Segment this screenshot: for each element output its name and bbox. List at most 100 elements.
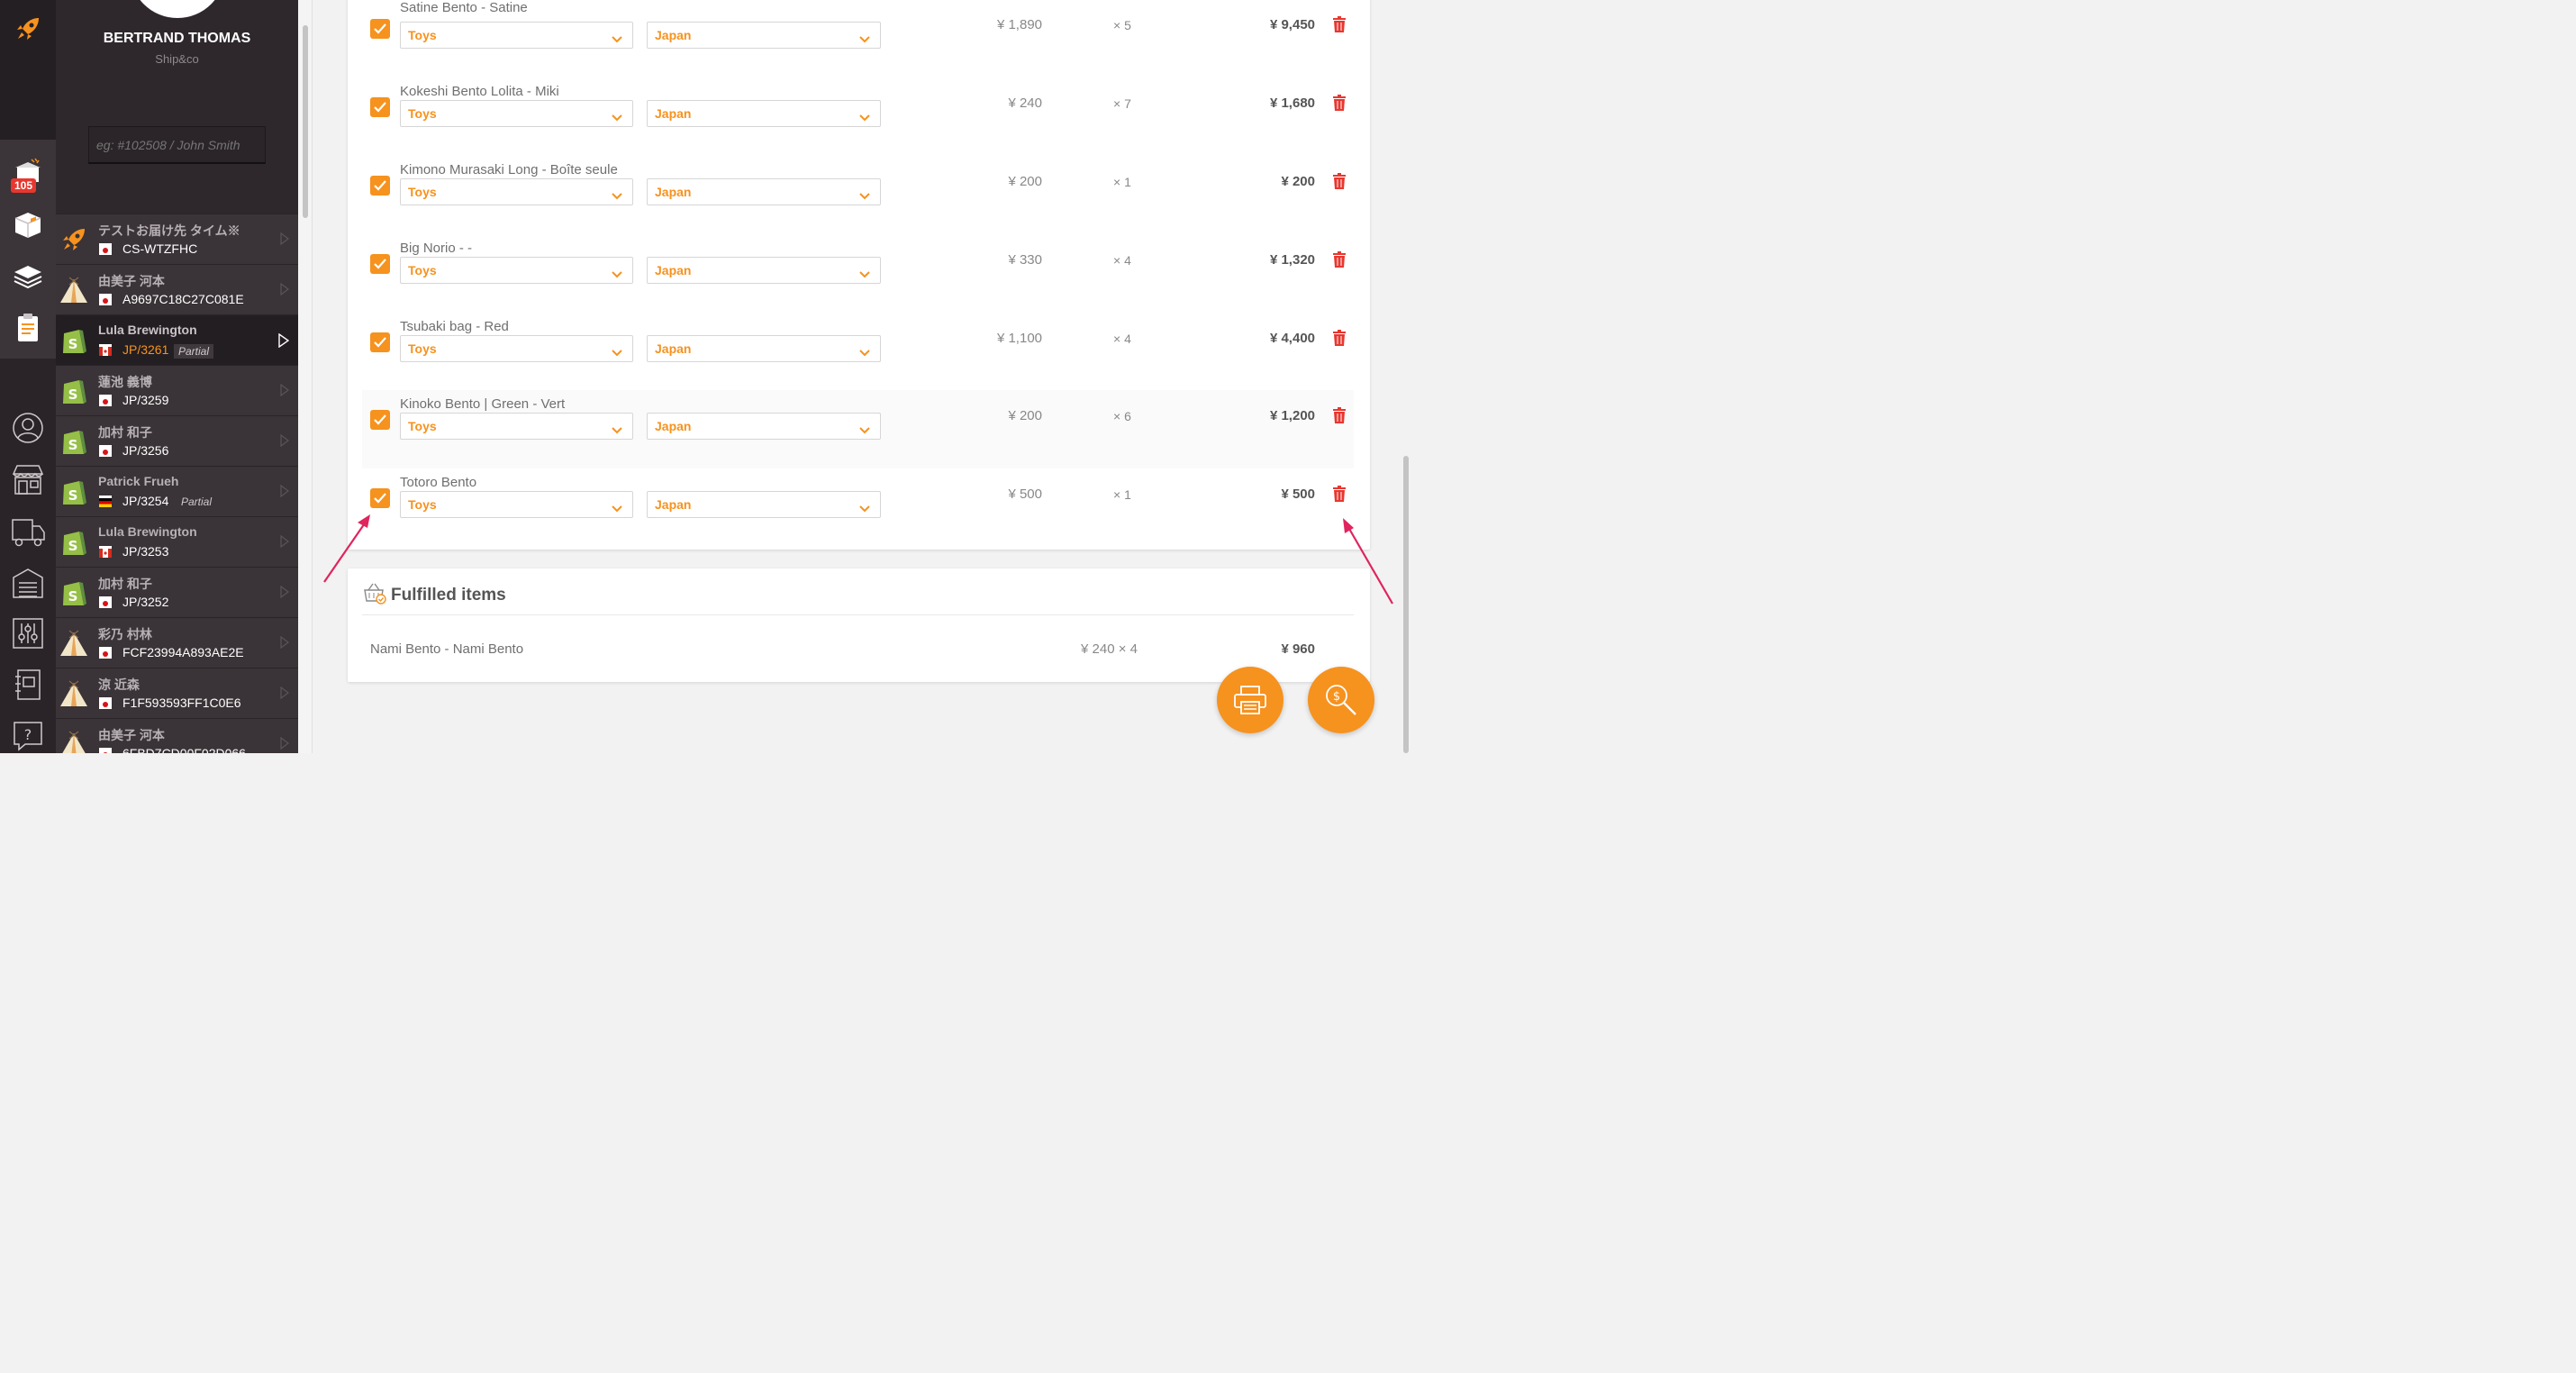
basket-check-icon bbox=[362, 582, 387, 610]
sidebar-scrollbar[interactable] bbox=[298, 0, 313, 753]
order-id: JP/3253 bbox=[122, 544, 169, 559]
order-list-item[interactable]: 由美子 河本 6FBD7CD00F02D066 bbox=[56, 718, 298, 753]
line-total: ¥ 9,450 bbox=[1269, 17, 1315, 32]
category-select[interactable]: Toys bbox=[400, 335, 633, 362]
delete-trash-icon[interactable] bbox=[1332, 407, 1347, 428]
chevron-down-icon bbox=[859, 345, 870, 359]
origin-country-select[interactable]: Japan bbox=[647, 257, 881, 284]
line-total: ¥ 500 bbox=[1281, 486, 1315, 502]
japan-flag-icon bbox=[99, 748, 112, 753]
order-customer-name: 蓮池 義博 bbox=[98, 375, 152, 389]
delivery-truck-icon[interactable] bbox=[0, 514, 56, 550]
user-company: Ship&co bbox=[155, 52, 199, 66]
line-item-row: Totoro Bento Toys Japan ¥ 500 × 1 ¥ 500 bbox=[362, 472, 1354, 550]
delete-trash-icon[interactable] bbox=[1332, 330, 1347, 350]
customer-account-icon[interactable] bbox=[0, 410, 56, 446]
orders-sidebar: BERTRAND THOMAS Ship&co テストお届け先 タイム※ CS-… bbox=[56, 0, 298, 753]
origin-country-select[interactable]: Japan bbox=[647, 335, 881, 362]
line-total: ¥ 1,680 bbox=[1269, 95, 1315, 111]
line-item-checkbox[interactable] bbox=[370, 488, 390, 508]
order-list-item[interactable]: テストお届け先 タイム※ CS-WTZFHC bbox=[56, 214, 298, 264]
quantity: × 6 bbox=[1113, 409, 1131, 423]
country-value: Japan bbox=[655, 185, 692, 199]
shopify-icon: S bbox=[58, 373, 90, 409]
package-icon[interactable] bbox=[0, 207, 56, 243]
sidebar-scrollbar-thumb[interactable] bbox=[303, 25, 308, 218]
line-item-title: Kimono Murasaki Long - Boîte seule bbox=[400, 162, 618, 177]
line-item-checkbox[interactable] bbox=[370, 97, 390, 117]
origin-country-select[interactable]: Japan bbox=[647, 22, 881, 49]
svg-text:S: S bbox=[68, 538, 78, 554]
order-list-item[interactable]: S 蓮池 義博 JP/3259 bbox=[56, 365, 298, 415]
line-item-checkbox[interactable] bbox=[370, 410, 390, 430]
price-search-button[interactable]: $ bbox=[1308, 667, 1374, 733]
chevron-down-icon bbox=[612, 188, 622, 203]
order-id: FCF23994A893AE2E bbox=[122, 645, 244, 659]
category-select[interactable]: Toys bbox=[400, 22, 633, 49]
line-total: ¥ 1,320 bbox=[1269, 252, 1315, 268]
order-customer-name: Lula Brewington bbox=[98, 323, 197, 337]
order-customer-name: 加村 和子 bbox=[98, 425, 152, 440]
order-list-item[interactable]: 彩乃 村林 FCF23994A893AE2E bbox=[56, 617, 298, 668]
line-item-checkbox[interactable] bbox=[370, 19, 390, 39]
stack-layers-icon[interactable] bbox=[0, 259, 56, 296]
warehouse-icon[interactable] bbox=[0, 565, 56, 601]
order-list-item[interactable]: 涼 近森 F1F593593FF1C0E6 bbox=[56, 668, 298, 718]
chevron-right-icon bbox=[280, 686, 289, 704]
order-id: A9697C18C27C081E bbox=[122, 292, 244, 306]
japan-flag-icon bbox=[99, 294, 112, 305]
address-book-icon[interactable] bbox=[0, 667, 56, 703]
main-scrollbar[interactable] bbox=[1398, 0, 1412, 753]
fulfilled-items-card: Fulfilled items Nami Bento - Nami Bento … bbox=[348, 568, 1370, 682]
order-list-item[interactable]: S 加村 和子 JP/3256 bbox=[56, 415, 298, 466]
avatar[interactable] bbox=[130, 0, 225, 18]
line-item-checkbox[interactable] bbox=[370, 332, 390, 352]
order-list-item[interactable]: S Patrick Frueh JP/3254 Partial bbox=[56, 466, 298, 516]
line-item-checkbox[interactable] bbox=[370, 176, 390, 195]
chevron-right-icon bbox=[280, 433, 289, 451]
order-list-item[interactable]: 由美子 河本 A9697C18C27C081E bbox=[56, 264, 298, 314]
unit-price: ¥ 330 bbox=[1008, 252, 1042, 268]
unit-price: ¥ 1,100 bbox=[996, 331, 1042, 346]
store-icon[interactable] bbox=[0, 461, 56, 497]
delete-trash-icon[interactable] bbox=[1332, 173, 1347, 194]
japan-flag-icon bbox=[99, 697, 112, 709]
origin-country-select[interactable]: Japan bbox=[647, 100, 881, 127]
unit-price: ¥ 500 bbox=[1008, 486, 1042, 502]
order-list-item[interactable]: S Lula Brewington JP/3253 bbox=[56, 516, 298, 567]
order-id: F1F593593FF1C0E6 bbox=[122, 696, 241, 710]
japan-flag-icon bbox=[99, 445, 112, 457]
delete-trash-icon[interactable] bbox=[1332, 486, 1347, 506]
line-item-title: Totoro Bento bbox=[400, 475, 477, 490]
origin-country-select[interactable]: Japan bbox=[647, 178, 881, 205]
order-search-input[interactable] bbox=[88, 126, 266, 164]
main-scrollbar-thumb[interactable] bbox=[1403, 456, 1409, 753]
checkmark-icon bbox=[374, 180, 386, 191]
order-list: テストお届け先 タイム※ CS-WTZFHC 由美子 河本 A9697C18C2… bbox=[56, 214, 298, 753]
clipboard-icon[interactable] bbox=[0, 310, 56, 346]
order-customer-name: 涼 近森 bbox=[98, 677, 140, 692]
origin-country-select[interactable]: Japan bbox=[647, 491, 881, 518]
canada-flag-icon bbox=[99, 546, 112, 558]
category-select[interactable]: Toys bbox=[400, 491, 633, 518]
help-question-icon[interactable]: ? bbox=[0, 718, 56, 754]
delete-trash-icon[interactable] bbox=[1332, 251, 1347, 272]
delete-trash-icon[interactable] bbox=[1332, 95, 1347, 115]
line-item-row: Big Norio - - Toys Japan ¥ 330 × 4 ¥ 1,3… bbox=[362, 238, 1354, 316]
order-list-item-active[interactable]: S Lula Brewington JP/3261 Partial bbox=[56, 314, 298, 365]
category-select[interactable]: Toys bbox=[400, 413, 633, 440]
order-id: 6FBD7CD00F02D066 bbox=[122, 746, 246, 753]
print-button[interactable] bbox=[1217, 667, 1283, 733]
line-item-checkbox[interactable] bbox=[370, 254, 390, 274]
category-select[interactable]: Toys bbox=[400, 257, 633, 284]
category-select[interactable]: Toys bbox=[400, 178, 633, 205]
category-value: Toys bbox=[408, 185, 437, 199]
category-value: Toys bbox=[408, 28, 437, 42]
origin-country-select[interactable]: Japan bbox=[647, 413, 881, 440]
delete-trash-icon[interactable] bbox=[1332, 16, 1347, 37]
settings-sliders-icon[interactable] bbox=[0, 615, 56, 651]
order-customer-name: Lula Brewington bbox=[98, 524, 197, 539]
category-select[interactable]: Toys bbox=[400, 100, 633, 127]
app-logo-rocket-icon[interactable] bbox=[0, 13, 56, 45]
order-list-item[interactable]: S 加村 和子 JP/3252 bbox=[56, 567, 298, 617]
